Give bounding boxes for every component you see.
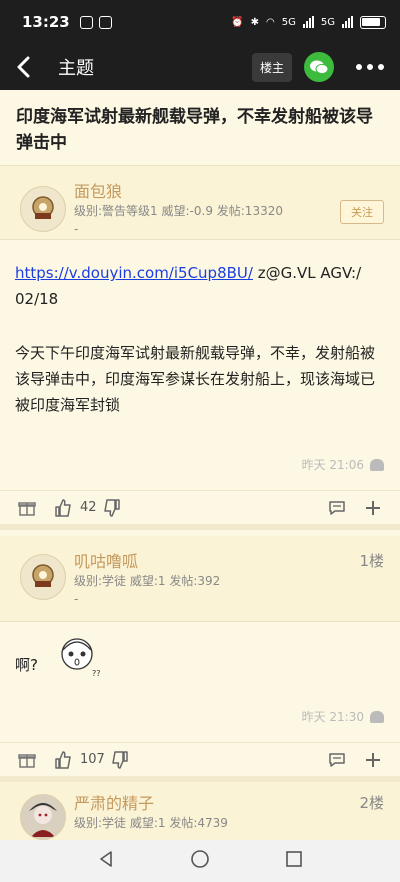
- android-icon: [370, 458, 384, 471]
- avatar[interactable]: [20, 554, 66, 600]
- sticker-image: ??: [52, 630, 102, 680]
- post-text: 啊?: [15, 656, 38, 674]
- dislike-icon[interactable]: [109, 749, 131, 771]
- bluetooth-icon: ✱: [250, 16, 260, 28]
- notification-icons: [79, 15, 112, 29]
- floor-number: 2楼: [359, 794, 384, 812]
- battery-icon: [360, 15, 386, 29]
- username[interactable]: 严肃的精子: [74, 790, 154, 814]
- signal-icon-2: [342, 16, 353, 28]
- nav-recents-icon[interactable]: [285, 850, 303, 872]
- more-options-icon[interactable]: [356, 64, 384, 70]
- nav-home-icon[interactable]: [190, 849, 210, 873]
- nav-back-icon[interactable]: [97, 850, 115, 872]
- username[interactable]: 叽咕噜呱: [74, 548, 138, 572]
- post-header: 严肃的精子 级别:学徒 威望:1 发帖:4739 2楼: [0, 782, 400, 840]
- avatar[interactable]: [20, 186, 66, 232]
- dislike-icon[interactable]: [101, 497, 123, 519]
- only-owner-button[interactable]: 楼主: [251, 52, 292, 82]
- action-bar: 107: [0, 742, 400, 782]
- user-stats-extra: -: [74, 592, 79, 606]
- user-info: 级别:学徒 威望:1 发帖:4739: [74, 816, 228, 830]
- post-header: 叽咕噜呱 级别:学徒 威望:1 发帖:392 - 1楼: [0, 536, 400, 622]
- wechat-share-icon[interactable]: [304, 52, 334, 82]
- like-count: 42: [80, 500, 97, 515]
- svg-text:??: ??: [92, 669, 101, 678]
- back-arrow-icon[interactable]: [16, 55, 40, 79]
- post-body: https://v.douyin.com/i5Cup8BU/ z@G.VL AG…: [0, 240, 400, 490]
- post-time: 昨天 21:06: [302, 456, 384, 473]
- signal-icon: [302, 16, 314, 28]
- like-icon[interactable]: [52, 497, 74, 519]
- alarm-icon: ⏰: [231, 16, 244, 28]
- post-text: 今天下午印度海军试射最新舰载导弹，不幸，发射船被该导弹击中，印度海军参谋长在发射…: [15, 344, 376, 414]
- post-time-text: 昨天 21:06: [301, 458, 364, 472]
- post-reply-1: 叽咕噜呱 级别:学徒 威望:1 发帖:392 - 1楼 啊? ?? 昨天 21:…: [0, 536, 400, 782]
- post-reply-2: 严肃的精子 级别:学徒 威望:1 发帖:4739 2楼: [0, 782, 400, 840]
- notification-icon: [79, 15, 93, 29]
- user-stats: 级别:警告等级1 威望:-0.9 发帖:13320: [74, 204, 283, 218]
- douyin-link[interactable]: https://v.douyin.com/i5Cup8BU/: [15, 264, 253, 282]
- post-body: 啊? ?? 昨天 21:30: [0, 622, 400, 742]
- like-icon[interactable]: [52, 749, 74, 771]
- user-stats: 级别:学徒 威望:1 发帖:392: [74, 574, 221, 588]
- follow-button[interactable]: 关注: [340, 200, 384, 224]
- user-stats-extra: -: [74, 222, 79, 236]
- network-label-2: 5G: [320, 16, 335, 28]
- username[interactable]: 面包狼: [74, 178, 122, 202]
- user-info: 级别:警告等级1 威望:-0.9 发帖:13320 -: [74, 202, 324, 238]
- network-label: 5G: [281, 16, 296, 28]
- status-bar: 13:23 ⏰ ✱ ◠ 5G 5G: [0, 0, 400, 44]
- status-right: ⏰ ✱ ◠ 5G 5G: [231, 15, 386, 29]
- android-icon: [370, 710, 384, 723]
- plus-icon[interactable]: [362, 497, 384, 519]
- comment-icon[interactable]: [326, 749, 348, 771]
- like-count: 107: [80, 752, 105, 767]
- post-time: 昨天 21:30: [302, 708, 384, 725]
- gift-icon[interactable]: [16, 749, 38, 771]
- post-header: 面包狼 级别:警告等级1 威望:-0.9 发帖:13320 - 关注: [0, 166, 400, 240]
- system-nav-bar: [0, 840, 400, 882]
- nfc-icon: [98, 15, 112, 29]
- plus-icon[interactable]: [362, 749, 384, 771]
- gift-icon[interactable]: [16, 497, 38, 519]
- app-header: 主题 楼主: [0, 44, 400, 90]
- thread-title: 印度海军试射最新舰载导弹，不幸发射船被该导弹击中: [0, 90, 400, 166]
- wifi-icon: ◠: [266, 16, 275, 28]
- action-bar: 42: [0, 490, 400, 530]
- avatar[interactable]: [20, 794, 66, 840]
- user-info: 级别:学徒 威望:1 发帖:392 -: [74, 572, 324, 608]
- status-time: 13:23: [22, 13, 70, 31]
- post-link-paragraph: https://v.douyin.com/i5Cup8BU/ z@G.VL AG…: [15, 260, 385, 312]
- header-title: 主题: [58, 58, 94, 79]
- floor-number: 1楼: [359, 552, 384, 570]
- post-time-text: 昨天 21:30: [301, 710, 364, 724]
- post-op: 面包狼 级别:警告等级1 威望:-0.9 发帖:13320 - 关注 https…: [0, 166, 400, 530]
- comment-icon[interactable]: [326, 497, 348, 519]
